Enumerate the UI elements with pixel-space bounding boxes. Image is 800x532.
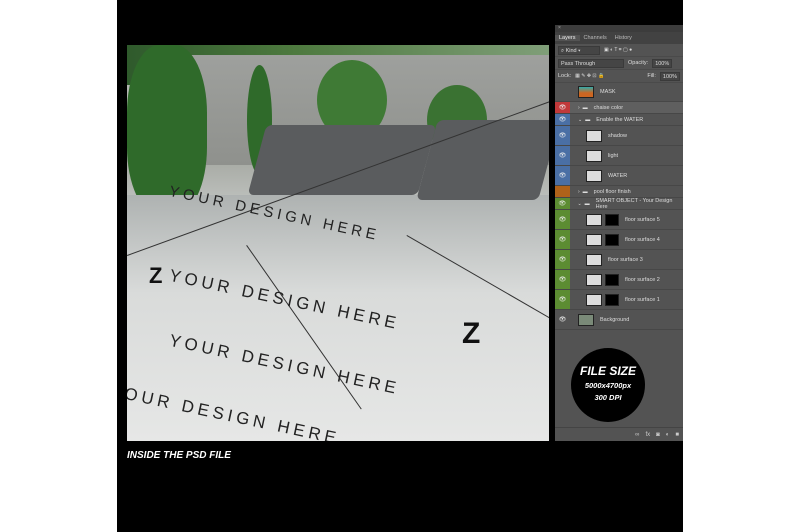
chevron-icon[interactable]: ⌄ [577,201,581,207]
layer-thumbnail [586,233,602,246]
eye-icon[interactable]: 👁 [555,166,570,185]
layer-row[interactable]: 👁 floor surface 5 [555,210,683,230]
fill-label: Fill: [647,73,656,79]
layer-name: MASK [600,89,616,95]
folder-icon: ▬ [585,116,591,123]
mask-icon[interactable]: ◙ [656,432,660,438]
tab-channels[interactable]: Channels [580,35,611,41]
eye-icon[interactable]: 👁 [555,126,570,145]
eye-icon[interactable]: 👁 [555,230,570,249]
eye-hidden-icon[interactable] [555,186,570,197]
opacity-label: Opacity: [628,60,649,66]
layer-thumbnail [578,86,594,98]
adjustment-icon[interactable]: ◐ [666,432,670,438]
layer-name: Background [600,316,630,323]
stage: YOUR DESIGN HERE YOUR DESIGN HERE YOUR D… [117,0,683,532]
layer-thumbnail [586,149,602,162]
layer-thumbnail [586,253,602,266]
layer-row[interactable]: 👁 floor surface 2 [555,270,683,290]
layer-row[interactable]: 👁 floor surface 4 [555,230,683,250]
layer-name: light [608,152,619,159]
logo: Z [462,317,481,350]
layer-name: pool floor finish [593,188,631,195]
filter-icons[interactable]: ▣ ◐ T ⌗ ▢ ● [604,47,632,53]
layers-panel: × Layers Channels History ⌕ Kind ▾ ▣ ◐ T… [555,25,683,441]
badge-title: FILE SIZE [579,364,636,378]
layer-thumbnail [586,169,602,182]
layer-name: floor surface 5 [625,216,660,223]
panel-close-button[interactable]: × [555,25,683,32]
layer-thumbnail [578,313,594,326]
layers-list: MASK 👁 › ▬ chaise color 👁 ⌄ ▬ Enable the WATER 👁 s… [555,83,683,330]
eye-icon[interactable]: 👁 [555,198,570,209]
kind-label: Kind [565,47,577,54]
caption: INSIDE THE PSD FILE [127,450,231,461]
layer-name: chaise color [593,104,624,111]
chevron-icon[interactable]: › [578,189,580,195]
layer-row[interactable]: 👁 WATER [555,166,683,186]
eye-icon[interactable]: 👁 [555,102,570,113]
opacity-input[interactable]: 100% [652,58,673,68]
tab-history[interactable]: History [611,35,636,41]
badge-dpi: 300 DPI [594,393,622,402]
eye-icon[interactable]: 👁 [555,210,570,229]
tab-layers[interactable]: Layers [555,35,580,41]
file-size-badge: FILE SIZE 5000x4700px 300 DPI [571,348,645,422]
layer-row[interactable]: 👁 ⌄ ▬ Enable the WATER [555,114,683,126]
link-icon[interactable]: ∞ [635,432,639,438]
blend-mode-select[interactable]: Pass Through [558,58,624,68]
layer-name: SMART OBJECT - Your Design Here [595,197,673,210]
layer-name: floor surface 4 [625,236,660,243]
layer-name: WATER [608,172,628,179]
eye-icon[interactable]: 👁 [555,146,570,165]
layer-row[interactable]: MASK [555,83,683,102]
layer-thumbnail [586,213,602,226]
layer-name: floor surface 1 [625,296,660,303]
layer-mask-thumbnail [605,293,619,306]
layer-row[interactable]: 👁 Background [555,310,683,330]
eye-icon[interactable]: 👁 [555,270,570,289]
layer-mask-thumbnail [605,233,619,246]
chevron-icon[interactable]: › [578,105,580,111]
layer-mask-thumbnail [605,213,619,226]
layer-name: Enable the WATER [596,116,644,123]
fx-icon[interactable]: fx [645,432,650,438]
eye-icon[interactable]: 👁 [555,310,570,329]
chevron-icon[interactable]: ⌄ [578,117,582,123]
layer-thumbnail [586,273,602,286]
logo: Z [149,263,163,288]
layer-row[interactable]: 👁 light [555,146,683,166]
eye-hidden-icon[interactable] [555,83,570,101]
layer-row[interactable]: 👁 floor surface 1 [555,290,683,310]
eye-icon[interactable]: 👁 [555,114,570,125]
lock-icons[interactable]: ▦ ✎ ✥ ⊡ 🔒 [575,73,604,79]
lock-label: Lock: [558,73,572,79]
layer-name: shadow [608,132,627,139]
kind-filter-select[interactable]: ⌕ Kind ▾ [558,45,600,55]
folder-icon[interactable]: ■ [675,432,679,438]
layer-row[interactable]: › ▬ pool floor finish [555,186,683,198]
mockup-preview-image: YOUR DESIGN HERE YOUR DESIGN HERE YOUR D… [127,45,549,441]
layer-row[interactable]: 👁 floor surface 3 [555,250,683,270]
layer-row[interactable]: 👁 › ▬ chaise color [555,102,683,114]
layer-thumbnail [586,129,602,142]
layer-mask-thumbnail [605,273,619,286]
badge-size: 5000x4700px [584,381,632,390]
layer-name: floor surface 3 [608,256,643,263]
fill-input[interactable]: 100% [659,71,680,81]
eye-icon[interactable]: 👁 [555,290,570,309]
folder-icon: ▬ [584,200,590,207]
layer-row[interactable]: 👁 shadow [555,126,683,146]
folder-icon: ▬ [582,188,588,195]
panel-footer: ∞ fx ◙ ◐ ■ [555,427,683,441]
folder-icon: ▬ [582,104,588,111]
layer-row[interactable]: 👁 ⌄ ▬ SMART OBJECT - Your Design Here [555,198,683,210]
layer-thumbnail [586,293,602,306]
layer-name: floor surface 2 [625,276,660,283]
eye-icon[interactable]: 👁 [555,250,570,269]
